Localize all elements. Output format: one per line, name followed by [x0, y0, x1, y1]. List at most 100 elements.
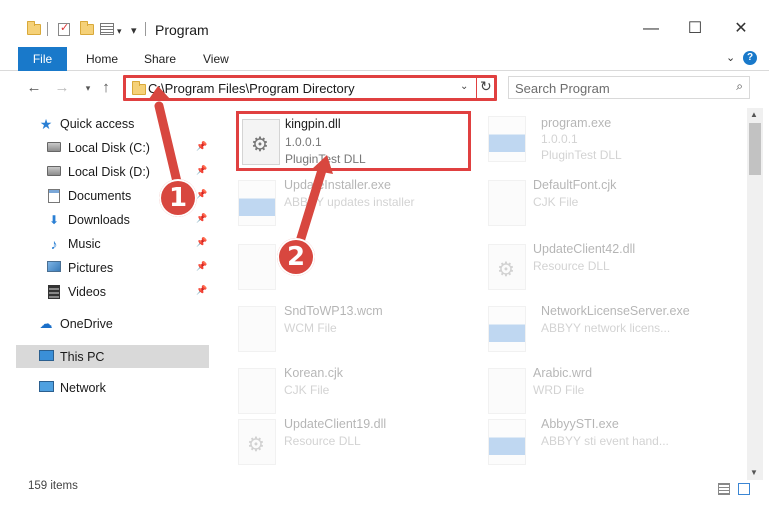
tab-share[interactable]: Share: [144, 47, 176, 71]
file-item[interactable]: UpdateClient42.dll Resource DLL: [466, 236, 716, 296]
file-list: kingpin.dll 1.0.0.1 PluginTest DLL progr…: [216, 108, 746, 480]
sidebar-item-label: Downloads: [68, 212, 130, 227]
file-item[interactable]: UpdateClient19.dll Resource DLL: [216, 411, 466, 471]
file-item[interactable]: NetworkLicenseServer.exe ABBYY network l…: [466, 298, 716, 358]
separator: [47, 20, 48, 38]
file-item[interactable]: AbbyySTI.exe ABBYY sti event hand...: [466, 411, 716, 471]
up-arrow-icon[interactable]: ↑: [96, 78, 116, 98]
search-input[interactable]: [515, 79, 725, 97]
file-type: WRD File: [533, 383, 585, 397]
file-version: 1.0.0.1: [541, 132, 578, 146]
new-folder-icon[interactable]: [80, 20, 94, 38]
sidebar-item-label: Documents: [68, 188, 132, 203]
file-version: 1.0.0.1: [285, 135, 322, 149]
recent-locations-chevron-icon[interactable]: ▾: [78, 78, 98, 98]
file-description: ABBYY network licens...: [541, 321, 671, 335]
address-path[interactable]: C:\Program Files\Program Directory: [148, 81, 355, 96]
sidebar-item-label: Videos: [68, 284, 106, 299]
file-explorer-window: ▾ ▾ Program — ☐ ✕ File Home Share View ⌄…: [0, 0, 769, 506]
pin-icon[interactable]: 📌: [196, 237, 207, 248]
maximize-button[interactable]: ☐: [680, 18, 710, 40]
search-icon[interactable]: ⌕: [736, 79, 743, 94]
disk-icon: [46, 141, 62, 155]
qa-dropdown-arrow-icon[interactable]: ▾: [117, 22, 122, 40]
address-bar[interactable]: C:\Program Files\Program Directory ⌄ ↻: [123, 75, 497, 101]
file-type: CJK File: [533, 195, 579, 209]
pin-icon[interactable]: 📌: [196, 261, 207, 272]
sidebar-item-music[interactable]: ♪ Music 📌: [46, 232, 209, 255]
scrollbar-thumb[interactable]: [749, 123, 761, 175]
large-icons-view-icon[interactable]: [738, 483, 750, 495]
file-name: UpdateInstaller.exe: [284, 178, 392, 192]
sidebar-item-quick-access[interactable]: ★ Quick access: [38, 112, 208, 135]
sidebar-item-local-disk-c[interactable]: Local Disk (C:) 📌: [46, 136, 209, 159]
status-bar: 159 items: [0, 480, 769, 506]
sidebar-item-network[interactable]: Network: [38, 376, 208, 399]
file-type: Resource DLL: [284, 434, 361, 448]
pin-icon[interactable]: 📌: [196, 189, 207, 200]
pin-icon[interactable]: 📌: [196, 285, 207, 296]
vertical-scrollbar[interactable]: ▲ ▼: [747, 108, 763, 480]
step-2-marker: 2: [277, 238, 315, 276]
file-name: Korean.cjk: [284, 366, 344, 380]
refresh-icon[interactable]: ↻: [480, 78, 492, 95]
sidebar-item-this-pc[interactable]: This PC: [16, 345, 209, 368]
file-description: ABBYY sti event hand...: [541, 434, 669, 448]
file-item-kingpin-dll[interactable]: kingpin.dll 1.0.0.1 PluginTest DLL: [236, 111, 471, 171]
file-name: NetworkLicenseServer.exe: [541, 304, 690, 318]
forward-arrow-icon[interactable]: →: [52, 78, 72, 98]
star-icon: ★: [39, 115, 53, 132]
dll-file-icon: [242, 119, 280, 165]
file-type: Resource DLL: [533, 259, 610, 273]
pin-icon[interactable]: 📌: [196, 165, 207, 176]
ribbon-tabs: File Home Share View ⌄ ?: [0, 44, 769, 71]
pictures-icon: [46, 260, 62, 275]
exe-file-icon: [488, 116, 526, 162]
divider: [476, 78, 477, 98]
sidebar-item-videos[interactable]: Videos 📌: [46, 280, 209, 303]
file-name: kingpin.dll: [285, 117, 341, 131]
customize-qa-icon[interactable]: ▾: [131, 21, 137, 39]
sidebar-item-pictures[interactable]: Pictures 📌: [46, 256, 209, 279]
sidebar-item-label: Music: [68, 236, 101, 251]
exe-file-icon: [238, 180, 276, 226]
file-type: WCM File: [284, 321, 337, 335]
generic-file-icon: [238, 306, 276, 352]
file-description: PluginTest DLL: [541, 148, 622, 162]
help-icon[interactable]: ?: [743, 51, 757, 65]
minimize-button[interactable]: —: [636, 18, 666, 40]
scroll-up-icon[interactable]: ▲: [750, 110, 758, 119]
file-item[interactable]: program.exe 1.0.0.1 PluginTest DLL: [466, 112, 716, 172]
sidebar-item-label: OneDrive: [60, 316, 113, 331]
file-item[interactable]: DefaultFont.cjk CJK File: [466, 172, 716, 232]
file-item[interactable]: SndToWP13.wcm WCM File: [216, 298, 466, 358]
tab-view[interactable]: View: [203, 47, 229, 71]
close-button[interactable]: ✕: [726, 18, 756, 40]
pin-icon[interactable]: 📌: [196, 141, 207, 152]
back-arrow-icon[interactable]: ←: [24, 78, 44, 98]
sidebar-item-label: This PC: [60, 349, 105, 364]
exe-file-icon: [488, 306, 526, 352]
sidebar-item-onedrive[interactable]: ☁ OneDrive: [38, 312, 208, 335]
address-dropdown-icon[interactable]: ⌄: [460, 81, 468, 92]
file-item[interactable]: [216, 236, 466, 296]
details-view-icon[interactable]: [718, 483, 730, 495]
file-name: Arabic.wrd: [533, 366, 593, 380]
search-box[interactable]: ⌕: [508, 76, 750, 99]
scroll-down-icon[interactable]: ▼: [750, 468, 758, 477]
properties-icon[interactable]: [100, 20, 114, 38]
tab-home[interactable]: Home: [86, 47, 118, 71]
expand-ribbon-icon[interactable]: ⌄: [726, 51, 735, 64]
computer-icon: [38, 349, 54, 364]
pin-icon[interactable]: 📌: [196, 213, 207, 224]
tab-file[interactable]: File: [18, 47, 67, 71]
generic-file-icon: [488, 368, 526, 414]
properties-checkbox-icon[interactable]: [58, 20, 70, 38]
sidebar-item-label: Pictures: [68, 260, 114, 275]
file-item[interactable]: UpdateInstaller.exe ABBYY updates instal…: [216, 172, 466, 232]
file-name: DefaultFont.cjk: [533, 178, 617, 192]
network-icon: [38, 380, 54, 395]
dll-file-icon: [488, 244, 526, 290]
window-title: Program: [155, 22, 209, 38]
step-1-marker: 1: [159, 179, 197, 217]
